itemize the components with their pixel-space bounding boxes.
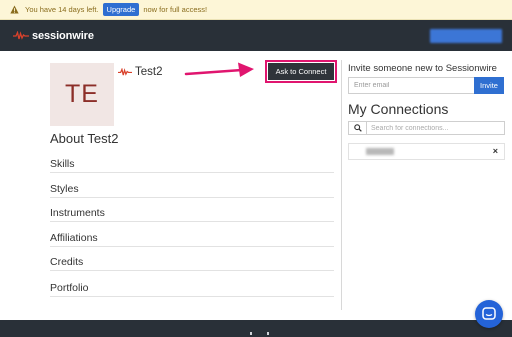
top-header: sessionwire [0,20,512,51]
trial-banner: You have 14 days left. Upgrade now for f… [0,0,512,20]
ask-to-connect-button[interactable]: Ask to Connect [268,63,334,80]
profile-name-text: Test2 [135,66,163,78]
section-credits[interactable]: Credits [50,256,334,271]
warning-icon [10,5,19,14]
invite-form: Invite [348,77,504,94]
trial-text: You have 14 days left. [25,5,99,14]
remove-connection-button[interactable]: × [493,146,498,156]
section-affiliations[interactable]: Affiliations [50,232,334,247]
connection-name [366,148,394,155]
trial-text-after: now for full access! [143,5,208,14]
waveform-icon [118,68,132,76]
ask-to-connect-highlight: Ask to Connect [265,60,337,83]
connections-search-input[interactable] [367,124,504,132]
section-portfolio[interactable]: Portfolio [50,282,334,297]
connections-title: My Connections [348,101,449,117]
brand-logo[interactable]: sessionwire [13,30,94,42]
footer-mark-icon [250,332,269,335]
chat-launcher-button[interactable] [475,300,503,328]
avatar: TE [50,63,114,126]
page: You have 14 days left. Upgrade now for f… [0,0,512,337]
upgrade-button[interactable]: Upgrade [102,3,140,16]
connections-search [348,121,505,135]
search-icon [349,122,367,134]
arrow-annotation-icon [184,62,254,77]
section-skills[interactable]: Skills [50,158,334,173]
column-divider [341,60,342,310]
connection-item[interactable]: × [348,143,505,160]
invite-title: Invite someone new to Sessionwire [348,63,497,74]
waveform-icon [13,31,29,40]
brand-name: sessionwire [32,29,94,42]
invite-email-input[interactable] [348,77,474,94]
about-title: About Test2 [50,131,119,146]
chat-icon [482,307,496,320]
profile-name: Test2 [118,66,163,78]
section-instruments[interactable]: Instruments [50,207,334,222]
invite-button[interactable]: Invite [474,77,504,94]
footer [0,320,512,337]
section-styles[interactable]: Styles [50,183,334,198]
user-menu[interactable] [430,29,502,43]
